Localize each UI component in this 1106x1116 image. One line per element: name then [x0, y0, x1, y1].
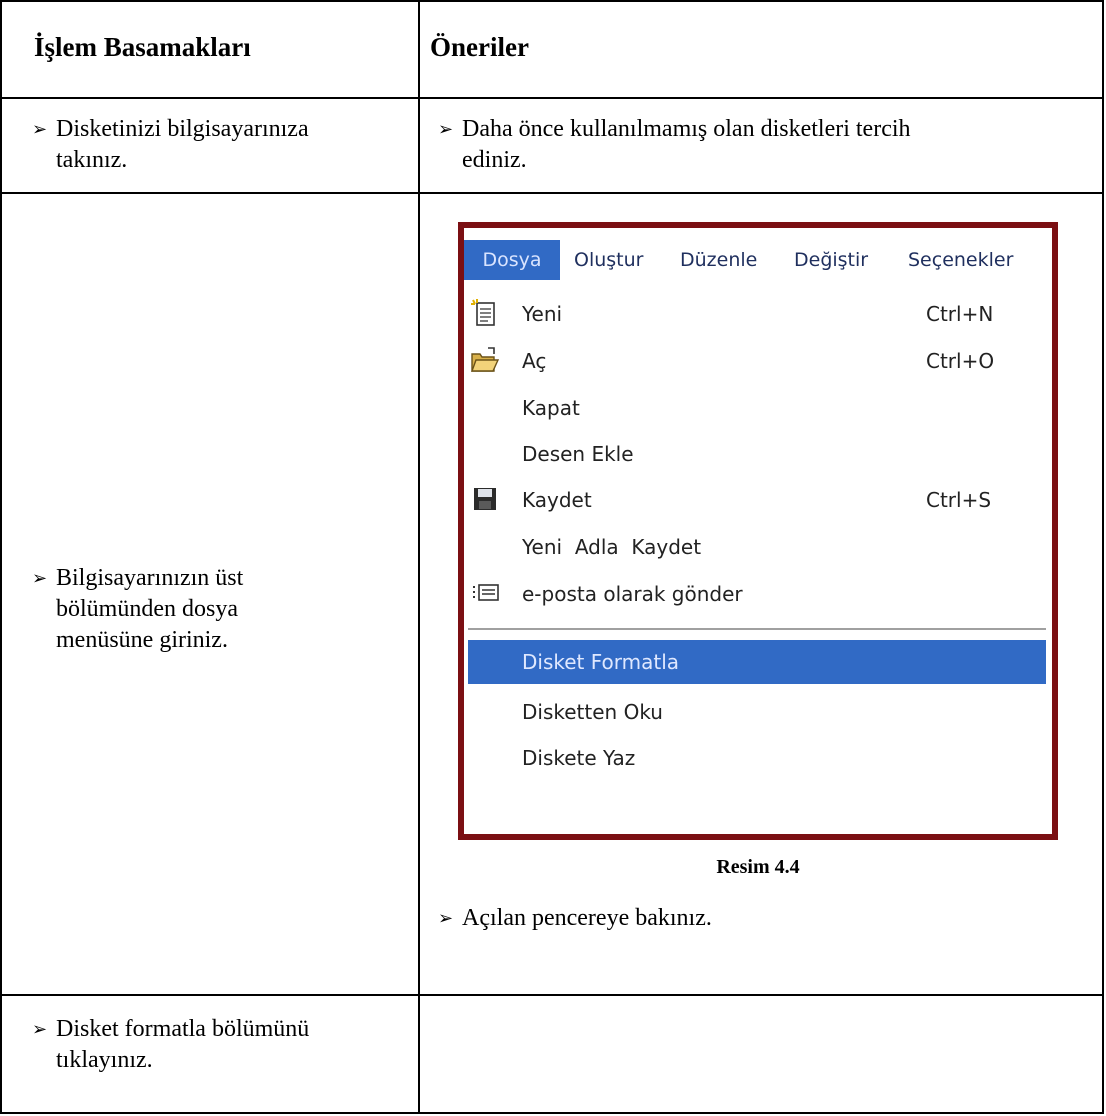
menu-item-eposta[interactable]: e-posta olarak gönder: [464, 572, 1052, 616]
step-1: ➢ Disketinizi bilgisayarınıza takınız.: [32, 116, 309, 173]
floppy-save-icon: [470, 484, 500, 514]
suggestion-2: ➢ Açılan pencereye bakınız.: [438, 903, 1088, 934]
menu-bar: Dosya Oluştur Düzenle Değiştir Seçenekle…: [464, 240, 1052, 280]
bullet-arrow-icon: ➢: [32, 568, 48, 588]
bullet-arrow-icon: ➢: [32, 119, 48, 139]
new-document-icon: [470, 298, 500, 328]
menu-item-yeni-adla-kaydet[interactable]: Yeni Adla Kaydet: [464, 525, 1052, 569]
menu-item-disketten-oku[interactable]: Disketten Oku: [464, 690, 1052, 734]
row-divider: [0, 994, 1104, 996]
bullet-arrow-icon: ➢: [438, 908, 454, 928]
open-folder-icon: [470, 345, 500, 375]
menu-duzenle[interactable]: Düzenle: [680, 240, 757, 280]
header-steps: İşlem Basamakları: [34, 32, 251, 62]
menu-secenekler[interactable]: Seçenekler: [908, 240, 1013, 280]
menu-item-desen-ekle[interactable]: Desen Ekle: [464, 432, 1052, 476]
menu-item-yeni[interactable]: Yeni Ctrl+N: [464, 292, 1052, 336]
bullet-arrow-icon: ➢: [32, 1019, 48, 1039]
menu-olustur[interactable]: Oluştur: [574, 240, 643, 280]
menu-screenshot: Dosya Oluştur Düzenle Değiştir Seçenekle…: [458, 222, 1058, 840]
menu-degistir[interactable]: Değiştir: [794, 240, 868, 280]
row-divider: [0, 192, 1104, 194]
table-border-right: [1102, 0, 1104, 1114]
email-send-icon: [470, 578, 500, 608]
menu-dosya[interactable]: Dosya: [464, 240, 560, 280]
suggestion-1: ➢ Daha önce kullanılmamış olan disketler…: [438, 116, 911, 173]
procedure-table: İşlem Basamakları Öneriler ➢ Disketinizi…: [0, 0, 1104, 1114]
table-border-top: [0, 0, 1104, 2]
table-border-left: [0, 0, 2, 1114]
menu-item-kapat[interactable]: Kapat: [464, 386, 1052, 430]
step-2: ➢ Bilgisayarınızın üst bölümünden dosya …: [32, 565, 244, 653]
menu-item-disket-formatla[interactable]: Disket Formatla: [468, 640, 1046, 684]
bullet-arrow-icon: ➢: [438, 119, 454, 139]
table-border-bottom: [0, 1112, 1104, 1114]
menu-item-diskete-yaz[interactable]: Diskete Yaz: [464, 736, 1052, 780]
figure-caption: Resim 4.4: [716, 856, 800, 878]
menu-separator: [468, 628, 1046, 630]
header-suggestions: Öneriler: [430, 32, 529, 62]
column-divider: [418, 0, 420, 1114]
row-divider: [0, 97, 1104, 99]
menu-item-ac[interactable]: Aç Ctrl+O: [464, 339, 1052, 383]
step-3: ➢ Disket formatla bölümünü tıklayınız.: [32, 1016, 310, 1073]
menu-item-kaydet[interactable]: Kaydet Ctrl+S: [464, 478, 1052, 522]
